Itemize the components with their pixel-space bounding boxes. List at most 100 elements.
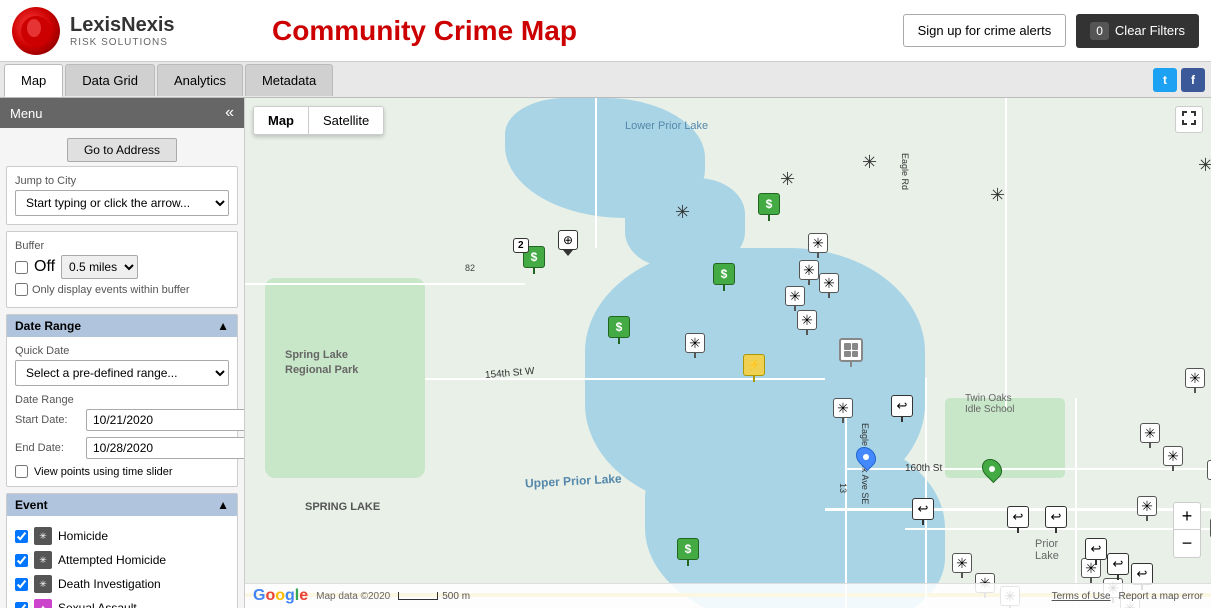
buffer-checkbox[interactable] xyxy=(15,261,28,274)
event-section: Event ▲ ✳ Homicide ✳ Attempted Homicide … xyxy=(6,493,238,608)
green-pin-marker[interactable]: $ xyxy=(713,263,735,291)
yellow-pin-marker[interactable]: ⚡ xyxy=(743,354,765,382)
crime-pin-marker[interactable]: ✳ xyxy=(797,310,817,335)
crime-marker[interactable]: ✳ xyxy=(675,203,690,221)
buffer-label: Buffer xyxy=(15,240,229,252)
crime-pin-marker[interactable]: ✳ xyxy=(819,273,839,298)
report-map-error-link[interactable]: Report a map error xyxy=(1119,591,1203,602)
lower-prior-lake-label: Lower Prior Lake xyxy=(625,120,708,132)
direction-marker[interactable]: ↩ xyxy=(912,498,934,525)
go-to-address-button[interactable]: Go to Address xyxy=(67,138,177,162)
sidebar-title: Menu xyxy=(10,106,43,121)
direction-marker[interactable]: ↩ xyxy=(1045,506,1067,533)
event-checkbox-attempted-homicide[interactable] xyxy=(15,554,28,567)
crime-marker[interactable]: ✳ xyxy=(862,153,877,171)
satellite-view-button[interactable]: Satellite xyxy=(309,107,383,134)
zoom-in-button[interactable]: + xyxy=(1173,502,1201,530)
buffer-distance-select[interactable]: 0.5 miles xyxy=(61,255,138,279)
tab-map[interactable]: Map xyxy=(4,64,63,97)
header-actions: Sign up for crime alerts 0 Clear Filters xyxy=(903,14,1199,48)
crime-marker[interactable]: ✳ xyxy=(780,170,795,188)
crime-marker[interactable]: ✳ xyxy=(1198,156,1211,174)
direction-marker[interactable]: ↩ xyxy=(1007,506,1029,533)
green-pin-marker[interactable]: $ xyxy=(677,538,699,566)
app-title: Community Crime Map xyxy=(252,15,903,47)
road-label-160th: 160th St xyxy=(905,463,942,474)
event-icon-sexual-assault: ♦ xyxy=(34,599,52,608)
sidebar-header: Menu « xyxy=(0,98,244,128)
green-location-pin[interactable] xyxy=(983,458,1001,480)
facebook-icon[interactable]: f xyxy=(1181,68,1205,92)
date-range-collapse-icon: ▲ xyxy=(217,319,229,333)
google-logo: Google xyxy=(253,587,308,605)
road-label-13: 13 xyxy=(838,483,848,493)
event-checkbox-death-investigation[interactable] xyxy=(15,578,28,591)
crime-pin-marker[interactable]: ✳ xyxy=(1163,446,1183,471)
filter-count-badge: 0 xyxy=(1090,22,1109,40)
signup-button[interactable]: Sign up for crime alerts xyxy=(903,14,1067,47)
clear-filters-label: Clear Filters xyxy=(1115,23,1185,38)
event-icon-homicide: ✳ xyxy=(34,527,52,545)
time-slider-checkbox[interactable] xyxy=(15,465,28,478)
crime-pin-marker[interactable]: ✳ xyxy=(808,233,828,258)
crime-pin-marker[interactable]: ✳ xyxy=(785,286,805,311)
tab-data-grid[interactable]: Data Grid xyxy=(65,64,155,96)
address-pin[interactable]: ⊕ xyxy=(558,230,578,256)
crime-pin-marker[interactable]: ✳ xyxy=(1140,423,1160,448)
map-background[interactable]: 154th St W 160th St Eagle Creek Ave SE E… xyxy=(245,98,1211,608)
time-slider-row: View points using time slider xyxy=(15,465,229,478)
buffer-off-label: Off xyxy=(34,258,55,276)
date-range-header[interactable]: Date Range ▲ xyxy=(7,315,237,337)
grid-marker[interactable] xyxy=(839,338,863,367)
jump-to-city-input[interactable]: Start typing or click the arrow... xyxy=(15,190,229,216)
quick-date-select[interactable]: Select a pre-defined range... xyxy=(15,360,229,386)
end-date-input[interactable]: 10/28/2020 xyxy=(86,437,244,459)
zoom-controls: + − xyxy=(1173,502,1201,558)
event-checkbox-homicide[interactable] xyxy=(15,530,28,543)
twitter-icon[interactable]: t xyxy=(1153,68,1177,92)
crime-pin-marker[interactable]: ✳ xyxy=(1185,368,1205,393)
green-pin-marker[interactable]: $ xyxy=(608,316,630,344)
cluster-badge[interactable]: 2 xyxy=(513,238,529,253)
buffer-content: Buffer Off 0.5 miles Only display events… xyxy=(7,232,237,307)
event-checkbox-sexual-assault[interactable] xyxy=(15,602,28,608)
tab-metadata[interactable]: Metadata xyxy=(245,64,333,96)
sidebar-toggle-button[interactable]: « xyxy=(225,104,234,122)
crime-pin-marker[interactable]: ✳ xyxy=(1207,460,1211,485)
crime-marker[interactable]: ✳ xyxy=(990,186,1005,204)
tab-analytics[interactable]: Analytics xyxy=(157,64,243,96)
only-display-row: Only display events within buffer xyxy=(15,283,229,296)
start-date-input[interactable]: 10/21/2020 xyxy=(86,409,244,431)
sidebar: Menu « Go to Address Jump to City Start … xyxy=(0,98,245,608)
crime-pin-marker[interactable]: ✳ xyxy=(833,398,853,423)
only-display-checkbox[interactable] xyxy=(15,283,28,296)
crime-pin-marker[interactable]: ✳ xyxy=(685,333,705,358)
only-display-label: Only display events within buffer xyxy=(32,284,190,296)
direction-marker[interactable]: ↩ xyxy=(1107,553,1129,580)
event-icon-death-investigation: ✳ xyxy=(34,575,52,593)
logo-tagline: RISK SOLUTIONS xyxy=(70,37,175,48)
green-pin-marker[interactable]: $ xyxy=(758,193,780,221)
direction-marker[interactable]: ↩ xyxy=(1085,538,1107,565)
twin-oaks-label: Twin OaksIdle School xyxy=(965,393,1014,415)
spring-lake-label: SPRING LAKE xyxy=(305,501,380,513)
zoom-out-button[interactable]: − xyxy=(1173,530,1201,558)
map-footer: Google Map data ©2020 500 m Terms of Use… xyxy=(245,583,1211,608)
main-content: Menu « Go to Address Jump to City Start … xyxy=(0,98,1211,608)
crime-pin-marker[interactable]: ✳ xyxy=(952,553,972,578)
crime-pin-marker[interactable]: ✳ xyxy=(799,260,819,285)
clear-filters-button[interactable]: 0 Clear Filters xyxy=(1076,14,1199,48)
jump-to-city-content: Jump to City Start typing or click the a… xyxy=(7,167,237,224)
event-label-death-investigation: Death Investigation xyxy=(58,577,161,591)
terms-of-use-link[interactable]: Terms of Use xyxy=(1052,591,1111,602)
crime-pin-marker[interactable]: ✳ xyxy=(1137,496,1157,521)
map-view-button[interactable]: Map xyxy=(254,107,308,134)
jump-to-city-label: Jump to City xyxy=(15,175,229,187)
date-range-label: Date Range xyxy=(15,394,229,406)
scale-bar: 500 m xyxy=(398,591,470,602)
fullscreen-button[interactable] xyxy=(1175,106,1203,133)
logo-text: LexisNexis RISK SOLUTIONS xyxy=(70,14,175,48)
direction-marker[interactable]: ↩ xyxy=(891,395,913,422)
event-header[interactable]: Event ▲ xyxy=(7,494,237,516)
location-pin[interactable] xyxy=(857,446,875,468)
